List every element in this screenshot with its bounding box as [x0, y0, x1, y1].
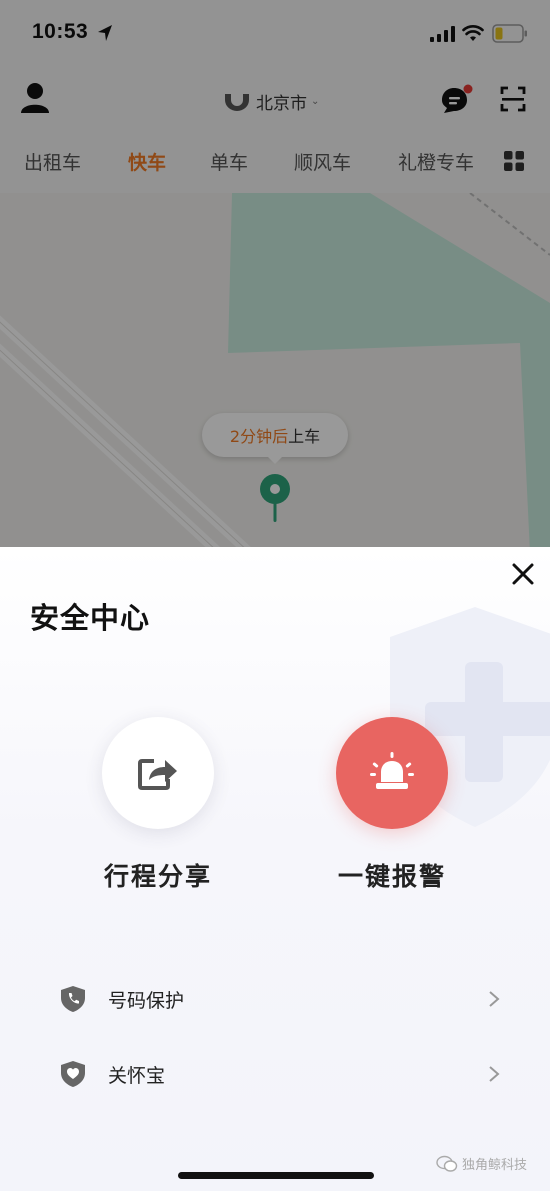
care-shield-icon — [61, 1061, 85, 1087]
emergency-alarm-circle[interactable] — [336, 717, 448, 829]
trip-share-button[interactable]: 行程分享 — [68, 717, 248, 893]
watermark-text: 独角鲸科技 — [462, 1158, 528, 1173]
trip-share-label: 行程分享 — [103, 862, 212, 891]
number-protection-label: 号码保护 — [108, 989, 185, 1012]
care-guard-item[interactable]: 关怀宝 — [60, 1054, 500, 1094]
safety-center-sheet: 安全中心 行程分享 一键报警 号码保护 关怀宝 — [0, 547, 550, 1191]
safety-center-title: 安全中心 — [30, 601, 151, 635]
chevron-right-icon — [489, 991, 500, 1007]
wechat-icon — [436, 1155, 458, 1172]
dim-overlay[interactable] — [0, 0, 550, 548]
chevron-right-icon — [489, 1066, 500, 1082]
phone-shield-icon — [61, 986, 85, 1012]
emergency-alarm-label: 一键报警 — [337, 862, 446, 891]
share-icon — [138, 759, 177, 790]
care-guard-label: 关怀宝 — [108, 1064, 166, 1087]
home-indicator[interactable] — [178, 1172, 374, 1179]
trip-share-circle[interactable] — [102, 717, 214, 829]
emergency-alarm-button[interactable]: 一键报警 — [302, 717, 482, 893]
number-protection-item[interactable]: 号码保护 — [60, 979, 500, 1019]
app-screen: 10:53 北京市 ⌄ 出租车 快车 单车 顺风车 礼橙专车 2分钟后 上车 安… — [0, 0, 550, 1191]
wechat-watermark: 独角鲸科技 — [436, 1154, 527, 1173]
close-icon[interactable] — [510, 561, 536, 587]
alarm-siren-icon — [370, 752, 414, 789]
